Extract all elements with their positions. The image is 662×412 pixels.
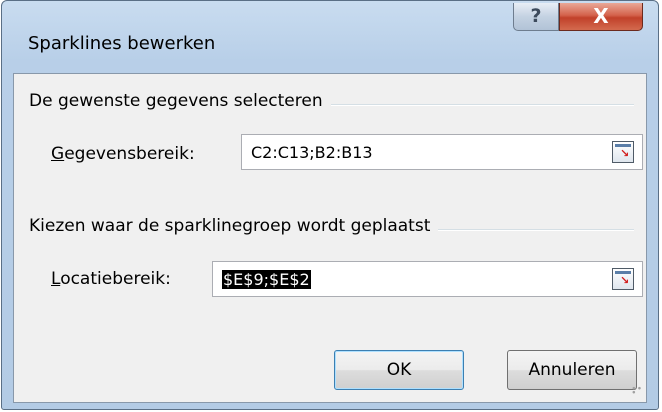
location-range-label: Locatiebereik: [51,269,171,289]
close-button[interactable]: X [559,3,643,31]
collapse-arrow-icon: ↘ [620,274,630,287]
dialog-title: Sparklines bewerken [28,33,216,54]
title-bar[interactable]: Sparklines bewerken ? X [2,1,658,73]
data-range-label-mnemonic: G [51,144,65,164]
dialog-body: De gewenste gegevens selecteren Gegevens… [13,73,647,403]
location-range-input[interactable]: $E$9;$E$2 ↘ [212,261,643,297]
help-button[interactable]: ? [513,3,559,31]
data-range-label-text: egevensbereik: [64,144,195,164]
sparklines-dialog: Sparklines bewerken ? X De gewenste gege… [1,0,659,410]
data-range-label: Gegevensbereik: [51,144,195,164]
help-icon: ? [530,5,542,27]
data-group-heading: De gewenste gegevens selecteren [29,91,331,111]
collapse-arrow-icon: ↘ [620,147,630,160]
location-range-label-text: ocatiebereik: [60,269,171,289]
location-range-value: $E$9;$E$2 [222,270,311,289]
data-range-input[interactable]: C2:C13;B2:B13 ↘ [241,134,643,170]
data-range-value: C2:C13;B2:B13 [251,143,373,162]
location-group-heading: Kiezen waar de sparklinegroep wordt gepl… [29,216,439,236]
location-range-collapse-button[interactable]: ↘ [612,268,634,290]
resize-grip-icon[interactable]: ∙∙ ∙ [631,385,643,399]
ok-button[interactable]: OK [334,350,464,390]
data-range-collapse-button[interactable]: ↘ [612,141,634,163]
location-range-label-mnemonic: L [51,269,61,289]
close-icon: X [593,4,609,28]
cancel-button[interactable]: Annuleren [507,350,637,390]
